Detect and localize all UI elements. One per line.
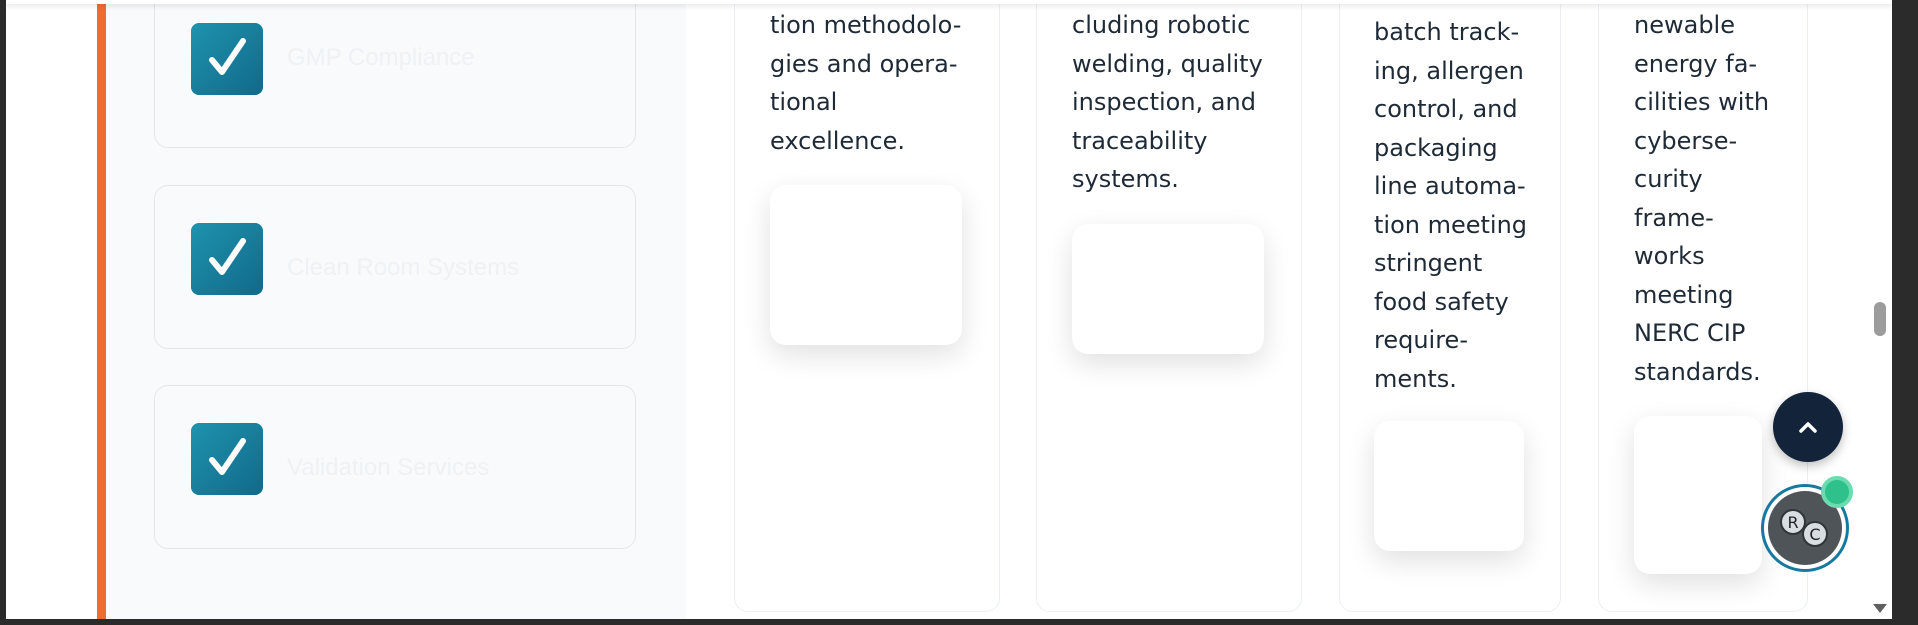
- online-status-dot: [1821, 476, 1853, 508]
- industry-card-1-image: [770, 185, 962, 345]
- logo-letter-c: C: [1802, 521, 1828, 547]
- industry-card-4-text: newable energy fa- cilities with cyberse…: [1634, 11, 1770, 386]
- checkmark-icon: [191, 423, 263, 495]
- industry-card-2-image: [1072, 224, 1264, 354]
- industry-card-1-text: tion methodolo- gies and opera- tional e…: [770, 11, 962, 155]
- page: GMP Compliance Clean Room Systems Valida…: [6, 0, 1892, 619]
- industry-card-3-image: [1374, 421, 1524, 551]
- checklist-item-validation-services: Validation Services: [154, 385, 636, 549]
- checklist-label: GMP Compliance: [287, 44, 475, 71]
- chevron-up-icon: [1799, 422, 1817, 433]
- scroll-to-top-button[interactable]: [1773, 392, 1843, 462]
- industry-card-3-text: batch track- ing, allergen control, and …: [1374, 18, 1528, 393]
- header-shadow: [6, 0, 1892, 4]
- scroll-down-arrow-icon[interactable]: [1873, 604, 1887, 613]
- industry-card-4-image: [1634, 416, 1762, 574]
- industry-card-2-text: cluding robotic welding, quality inspect…: [1072, 11, 1263, 193]
- page-scrollbar[interactable]: [1866, 0, 1892, 619]
- checklist-item-gmp-compliance: GMP Compliance: [154, 0, 636, 148]
- checklist-item-clean-room-systems: Clean Room Systems: [154, 185, 636, 349]
- checkmark-icon: [191, 223, 263, 295]
- scrollbar-thumb[interactable]: [1874, 302, 1886, 336]
- checklist-label: Validation Services: [287, 454, 490, 481]
- accent-bar: [97, 0, 106, 619]
- checklist-label: Clean Room Systems: [287, 254, 520, 281]
- checkmark-icon: [191, 23, 263, 95]
